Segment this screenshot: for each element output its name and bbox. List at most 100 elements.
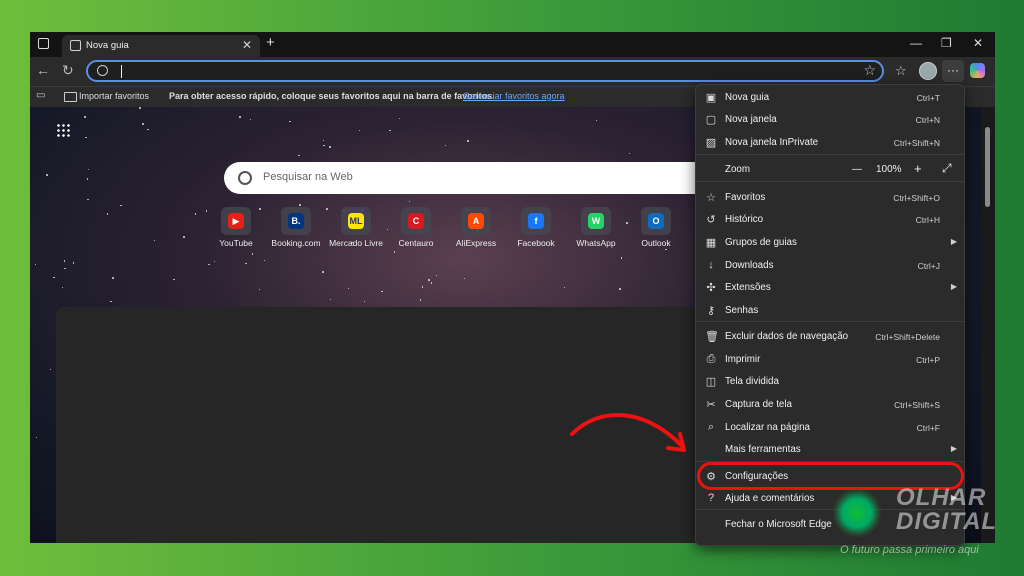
star-dot: [251, 253, 254, 255]
quick-link-youtube[interactable]: ▶ YouTube: [208, 207, 264, 248]
import-favorites-button[interactable]: Importar favoritos: [79, 91, 149, 101]
star-dot: [147, 128, 149, 131]
tab-actions-icon[interactable]: [38, 38, 49, 49]
tab-bar: Nova guia ✕ + — ❐ ✕: [30, 32, 995, 57]
star-dot: [213, 260, 216, 263]
menu-item-label: Grupos de guias: [725, 237, 797, 248]
menu-item-extensoes[interactable]: ✣ Extensões ▶: [696, 277, 964, 299]
newtab-favicon-icon: [70, 40, 81, 51]
extensions-icon: ✣: [706, 282, 716, 294]
profile-avatar[interactable]: [919, 62, 937, 80]
menu-item-label: Mais ferramentas: [725, 444, 801, 455]
tab-nova-guia[interactable]: Nova guia ✕: [62, 35, 260, 57]
quick-link-label: Booking.com: [271, 238, 321, 248]
menu-item-localizar-na-pagina[interactable]: ⌕ Localizar na página Ctrl+F: [696, 417, 964, 439]
star-dot: [430, 282, 433, 284]
star-dot: [72, 262, 75, 264]
quick-link-aliexpress[interactable]: A AliExpress: [448, 207, 504, 248]
star-dot: [258, 288, 261, 291]
tab-title: Nova guia: [86, 40, 129, 51]
menu-item-nova-guia[interactable]: ▣ Nova guia Ctrl+T: [696, 87, 964, 109]
history-icon: ↺: [706, 214, 716, 226]
star-dot: [298, 154, 300, 157]
menu-item-label: Nova janela: [725, 114, 777, 125]
folder-icon: [64, 92, 77, 102]
star-dot: [398, 117, 401, 119]
star-dot: [34, 263, 37, 266]
menu-item-label: Nova guia: [725, 92, 770, 103]
menu-separator: [696, 154, 964, 155]
star-dot: [139, 107, 141, 109]
star-dot: [245, 262, 247, 265]
star-dot: [85, 136, 87, 139]
tab-close-icon[interactable]: ✕: [242, 38, 252, 52]
star-dot: [363, 300, 366, 303]
menu-item-downloads[interactable]: ↓ Downloads Ctrl+J: [696, 255, 964, 277]
menu-item-shortcut: Ctrl+Shift+Delete: [875, 332, 940, 342]
close-window-button[interactable]: ✕: [973, 36, 983, 50]
search-icon: [97, 65, 108, 76]
site-logo-icon: f: [528, 213, 544, 229]
star-dot: [183, 236, 185, 238]
new-tab-button[interactable]: +: [266, 34, 275, 51]
quick-link-label: Centauro: [398, 238, 434, 248]
menu-item-imprimir[interactable]: ⎙ Imprimir Ctrl+P: [696, 349, 964, 371]
star-dot: [205, 210, 208, 212]
star-dot: [435, 274, 438, 277]
menu-item-mais-ferramentas[interactable]: Mais ferramentas ▶: [696, 439, 964, 461]
quick-link-tile: C: [401, 207, 431, 235]
maximize-button[interactable]: ❐: [941, 36, 952, 50]
menu-item-label: Downloads: [725, 260, 774, 271]
refresh-button[interactable]: ↻: [62, 62, 74, 79]
star-dot: [289, 120, 291, 123]
menu-item-grupos-de-guias[interactable]: ▦ Grupos de guias ▶: [696, 232, 964, 254]
menu-item-captura-de-tela[interactable]: ✂ Captura de tela Ctrl+Shift+S: [696, 394, 964, 416]
web-search-box[interactable]: Pesquisar na Web: [224, 162, 704, 194]
star-dot: [263, 259, 266, 262]
zoom-out-button[interactable]: —: [852, 164, 862, 175]
address-bar[interactable]: ☆: [86, 60, 884, 82]
star-dot: [63, 260, 66, 262]
favorites-list-icon[interactable]: ☆: [895, 63, 907, 79]
site-logo-icon: A: [468, 213, 484, 229]
add-favorite-star-icon[interactable]: ☆: [863, 62, 876, 79]
split-screen-icon: ◫: [705, 376, 717, 388]
quick-link-outlook[interactable]: O Outlook: [628, 207, 684, 248]
zoom-in-button[interactable]: +: [914, 161, 922, 176]
star-dot: [87, 168, 90, 171]
menu-item-shortcut: Ctrl+Shift+S: [894, 400, 940, 410]
star-dot: [563, 286, 566, 289]
favorites-icon: ☆: [706, 192, 716, 204]
favorites-hint: Para obter acesso rápido, coloque seus f…: [169, 91, 495, 101]
quick-link-booking-com[interactable]: B. Booking.com: [268, 207, 324, 248]
settings-and-more-button[interactable]: ···: [942, 60, 964, 82]
manage-favorites-link[interactable]: Gerenciar favoritos agora: [463, 91, 565, 101]
quick-link-whatsapp[interactable]: W WhatsApp: [568, 207, 624, 248]
menu-item-nova-janela[interactable]: ▢ Nova janela Ctrl+N: [696, 109, 964, 131]
quick-link-mercado-livre[interactable]: ML Mercado Livre: [328, 207, 384, 248]
quick-link-facebook[interactable]: f Facebook: [508, 207, 564, 248]
app-launcher-icon[interactable]: [56, 123, 70, 137]
scrollbar-thumb[interactable]: [985, 127, 990, 207]
quick-link-label: Mercado Livre: [329, 238, 383, 248]
menu-item-nova-janela-inprivate[interactable]: ▨ Nova janela InPrivate Ctrl+Shift+N: [696, 132, 964, 154]
menu-item-zoom[interactable]: Zoom — 100% + ⤢: [696, 159, 964, 181]
menu-item-historico[interactable]: ↺ Histórico Ctrl+H: [696, 209, 964, 231]
menu-item-excluir-dados-de-navegacao[interactable]: 🗑 Excluir dados de navegação Ctrl+Shift+De…: [696, 326, 964, 348]
menu-item-label: Imprimir: [725, 354, 761, 365]
copilot-icon[interactable]: [970, 63, 985, 78]
menu-item-senhas[interactable]: ⚷ Senhas: [696, 300, 964, 322]
fullscreen-icon[interactable]: ⤢: [942, 161, 952, 176]
print-icon: ⎙: [706, 353, 716, 365]
page-scrollbar[interactable]: [981, 107, 995, 543]
quick-link-centauro[interactable]: C Centauro: [388, 207, 444, 248]
quick-link-label: AliExpress: [455, 238, 497, 248]
star-dot: [347, 287, 350, 290]
star-dot: [106, 213, 109, 215]
back-button[interactable]: ←: [36, 62, 50, 78]
minimize-button[interactable]: —: [910, 36, 922, 50]
menu-item-tela-dividida[interactable]: ◫ Tela dividida: [696, 371, 964, 393]
star-dot: [64, 267, 66, 270]
star-dot: [249, 118, 252, 121]
menu-item-favoritos[interactable]: ☆ Favoritos Ctrl+Shift+O: [696, 187, 964, 209]
